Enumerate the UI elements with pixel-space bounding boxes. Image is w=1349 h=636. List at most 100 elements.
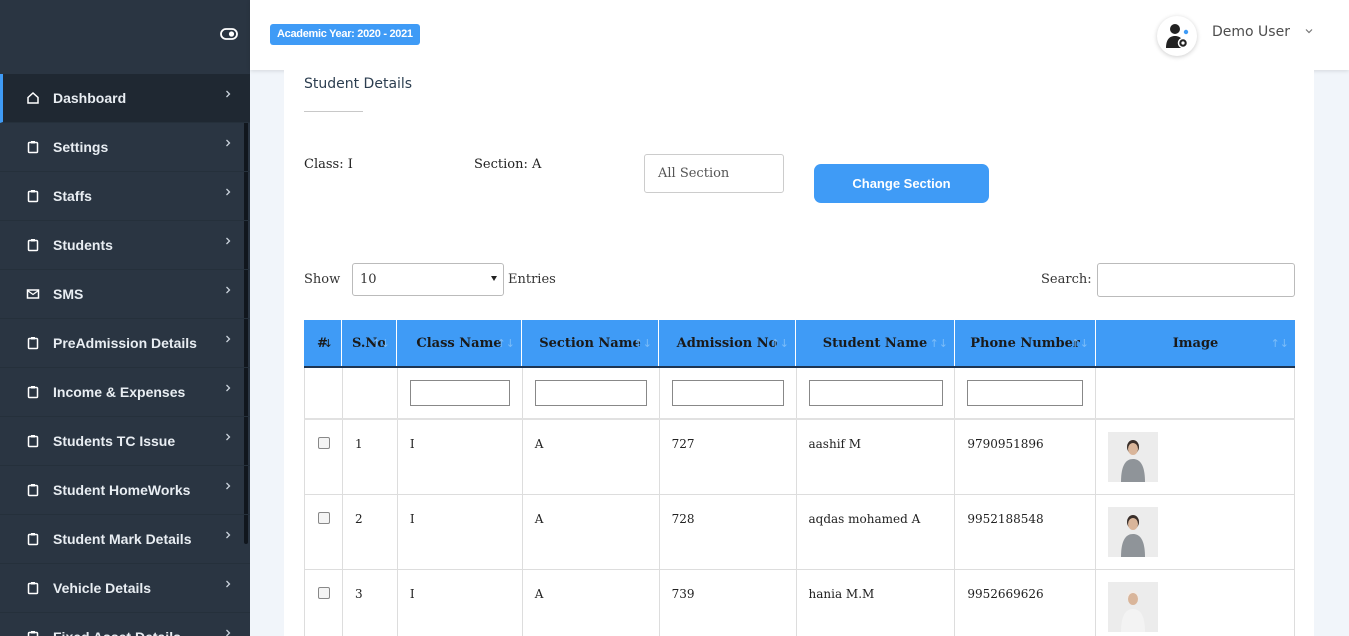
sidebar-item-students-tc-issue[interactable]: Students TC Issue	[0, 417, 250, 466]
sidebar-item-staffs[interactable]: Staffs	[0, 172, 250, 221]
column-header-select[interactable]: # ↓	[304, 320, 342, 366]
filter-input-section-name[interactable]	[534, 380, 647, 406]
sidebar-item-student-mark-details[interactable]: Student Mark Details	[0, 515, 250, 564]
column-header-admission-no[interactable]: Admission No ↑↓	[659, 320, 796, 366]
cell-section-name-text: A	[534, 437, 544, 451]
cell-student-name-text: hania M.M	[808, 587, 875, 601]
cell-sno: 3	[343, 570, 398, 636]
row-checkbox[interactable]	[318, 437, 330, 449]
cell-phone-number: 9790951896	[955, 420, 1097, 494]
clipboard-icon	[26, 434, 40, 448]
cell-student-name-text: aqdas mohamed A	[808, 512, 921, 526]
row-checkbox[interactable]	[318, 512, 330, 524]
student-photo	[1108, 507, 1159, 557]
cell-phone-number: 9952669626	[955, 570, 1097, 636]
chevron-right-icon	[226, 433, 231, 441]
column-header-student-name[interactable]: Student Name ↑↓	[796, 320, 955, 366]
filter-input-student-name[interactable]	[808, 380, 943, 406]
column-header-label: Admission No	[676, 335, 778, 351]
cell-phone-number-text: 9790951896	[967, 437, 1044, 451]
cell-class-name: I	[398, 495, 523, 569]
cell-phone-number-text: 9952669626	[967, 587, 1044, 601]
filter-cell	[797, 368, 956, 418]
student-photo	[1108, 432, 1159, 482]
sidebar-item-students[interactable]: Students	[0, 221, 250, 270]
column-header-label: Image	[1172, 335, 1219, 351]
chevron-down-icon[interactable]	[1304, 26, 1314, 36]
cell-admission-no: 727	[660, 420, 797, 494]
cell-phone-number: 9952188548	[955, 495, 1097, 569]
sidebar-item-income-expenses[interactable]: Income & Expenses	[0, 368, 250, 417]
checkbox-cell	[305, 420, 343, 494]
cell-admission-no-text: 739	[671, 587, 695, 601]
cell-admission-no-text: 727	[671, 437, 695, 451]
sort-icon: ↑↓	[770, 337, 789, 350]
sidebar-item-dashboard[interactable]: Dashboard	[0, 74, 250, 123]
search-input[interactable]	[1097, 263, 1295, 297]
sidebar-item-student-homeworks[interactable]: Student HomeWorks	[0, 466, 250, 515]
table-row: 1 I A 727 aashif M 9790951896	[304, 420, 1295, 495]
class-label: Class: I	[304, 157, 353, 172]
sort-icon: ↑↓	[496, 337, 515, 350]
column-header-class-name[interactable]: Class Name ↑↓	[397, 320, 522, 366]
cell-section-name: A	[523, 570, 660, 636]
student-photo	[1108, 582, 1159, 632]
entries-select[interactable]: 10	[352, 263, 504, 296]
students-table: # ↓ S.No ↑↓ Class Name ↑↓ Section Name ↑↓ Admiss…	[304, 320, 1295, 636]
filter-input-admission-no[interactable]	[671, 380, 784, 406]
filter-input-phone-number[interactable]	[967, 380, 1084, 406]
filter-cell	[343, 368, 398, 418]
column-header-label: Phone Number	[970, 335, 1080, 351]
cell-image	[1096, 570, 1295, 636]
sidebar-item-vehicle-details[interactable]: Vehicle Details	[0, 564, 250, 613]
sidebar-item-preadmission-details[interactable]: PreAdmission Details	[0, 319, 250, 368]
cell-sno-text: 1	[354, 437, 363, 451]
column-header-label: Class Name	[416, 335, 502, 351]
column-header-phone-number[interactable]: Phone Number ↑↓	[955, 320, 1096, 366]
change-section-button[interactable]: Change Section	[814, 164, 989, 203]
sort-icon: ↑↓	[633, 337, 652, 350]
chevron-right-icon	[226, 384, 231, 392]
cell-image	[1096, 495, 1295, 569]
cell-class-name-text: I	[409, 437, 415, 451]
chevron-right-icon	[226, 139, 231, 147]
toggle-icon[interactable]	[220, 27, 238, 41]
sort-icon: ↓	[323, 337, 333, 350]
clipboard-icon	[26, 189, 40, 203]
sort-icon: ↑↓	[371, 337, 390, 350]
sidebar-item-fixed-asset-details[interactable]: Fixed Asset Details	[0, 613, 250, 636]
filter-cell	[660, 368, 797, 418]
show-label: Show	[304, 272, 341, 287]
mail-icon	[26, 287, 40, 301]
sidebar-header	[0, 0, 250, 74]
row-checkbox[interactable]	[318, 587, 330, 599]
sidebar-item-label: Fixed Asset Details	[53, 629, 181, 636]
sidebar-item-sms[interactable]: SMS	[0, 270, 250, 319]
user-name[interactable]: Demo User	[1212, 24, 1290, 40]
cell-image	[1096, 420, 1295, 494]
chevron-right-icon	[226, 90, 231, 98]
user-avatar[interactable]	[1157, 16, 1197, 56]
filter-cell	[955, 368, 1097, 418]
filter-input-class-name[interactable]	[409, 380, 510, 406]
clipboard-icon	[26, 140, 40, 154]
section-label: Section: A	[474, 157, 542, 172]
sidebar-item-label: Staffs	[53, 188, 92, 204]
cell-section-name-text: A	[534, 512, 544, 526]
page-title: Student Details	[304, 76, 413, 92]
caret-down-icon	[491, 276, 497, 281]
title-divider	[304, 111, 363, 112]
home-icon	[26, 91, 40, 105]
column-header-sno[interactable]: S.No ↑↓	[342, 320, 397, 366]
section-select[interactable]: All Section	[644, 154, 784, 193]
user-settings-icon	[1166, 24, 1189, 49]
sidebar-item-label: Vehicle Details	[53, 580, 152, 596]
sidebar-item-settings[interactable]: Settings	[0, 123, 250, 172]
clipboard-icon	[26, 385, 40, 399]
column-header-image[interactable]: Image ↑↓	[1096, 320, 1295, 366]
sidebar-item-label: Dashboard	[53, 90, 127, 106]
column-header-label: Student Name	[822, 335, 928, 351]
column-header-section-name[interactable]: Section Name ↑↓	[522, 320, 659, 366]
table-filter-row	[304, 368, 1295, 420]
chevron-right-icon	[226, 237, 231, 245]
